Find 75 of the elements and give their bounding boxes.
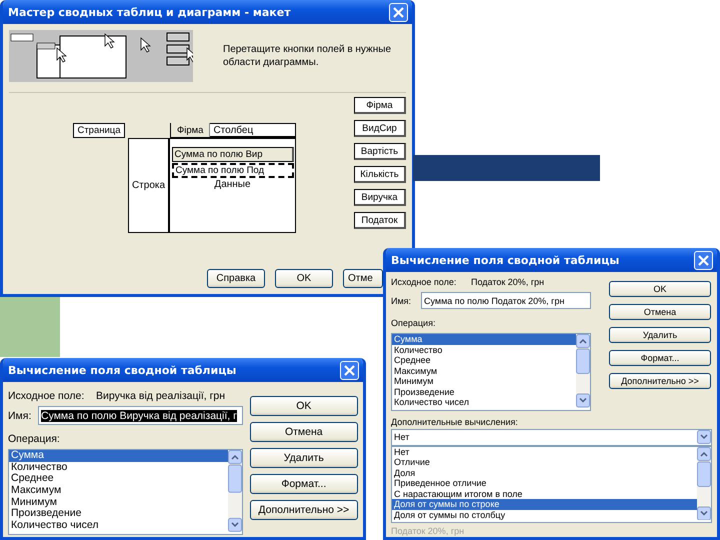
close-icon xyxy=(393,6,404,18)
field-label: Исходное поле: xyxy=(391,277,458,287)
dialog-button[interactable]: Дополнительно >> xyxy=(609,373,711,389)
dropdown-option[interactable]: Доля xyxy=(392,468,697,478)
dropdown-option[interactable]: Нет xyxy=(392,446,697,457)
list-item[interactable]: Количество чисел xyxy=(9,520,228,532)
dialog-button[interactable]: Формат... xyxy=(609,350,711,366)
chevron-down-icon xyxy=(697,430,711,444)
data-drop-label: Данные xyxy=(214,179,251,190)
data-field-button[interactable]: Сумма по полю Под xyxy=(172,163,294,178)
field-label: Имя: xyxy=(8,410,32,422)
row-drop-area[interactable]: Строка xyxy=(128,138,170,233)
list-item[interactable]: Сумма xyxy=(9,450,228,462)
field-button[interactable]: Фірма xyxy=(354,97,406,114)
list-item[interactable]: Количество xyxy=(392,344,576,355)
source-field-value: Податок 20%, грн xyxy=(471,277,544,287)
dropdown-option[interactable]: Отличие xyxy=(392,457,697,468)
list-label: Операция: xyxy=(391,318,436,328)
disabled-field-text: Податок 20%, грн xyxy=(391,526,464,536)
window-title: Вычисление поля сводной таблицы xyxy=(391,254,620,266)
field-label: Исходное поле: xyxy=(8,390,86,402)
field-button[interactable]: Кількість xyxy=(354,166,406,183)
dialog-button[interactable]: OK xyxy=(609,281,711,297)
list-item[interactable]: Среднее xyxy=(392,355,576,366)
instruction-text: Перетащите кнопки полей в нужные области диаграммы. xyxy=(223,43,392,69)
dropdown-option[interactable]: Доля от суммы по строке xyxy=(392,499,697,510)
page-drop-area[interactable]: Страница xyxy=(73,123,125,138)
field-button[interactable]: Виручка xyxy=(354,189,406,206)
list-item[interactable]: Произведение xyxy=(392,386,576,397)
list-item[interactable]: Количество чисел xyxy=(392,397,576,408)
list-item[interactable]: Максимум xyxy=(9,485,228,497)
field-button[interactable]: ВидСир xyxy=(354,120,406,137)
close-button[interactable] xyxy=(694,250,713,270)
close-button[interactable] xyxy=(340,360,359,380)
name-input-field[interactable]: Сумма по полю Виручка від реалізації, г xyxy=(38,406,243,425)
dialog-button[interactable]: OK xyxy=(250,396,358,416)
dialog-button[interactable]: Отмена xyxy=(250,422,358,442)
dropdown-option[interactable]: Приведенное отличие xyxy=(392,478,697,488)
field-button[interactable]: Податок xyxy=(354,212,406,229)
dialog-button[interactable]: Дополнительно >> xyxy=(250,500,358,520)
column-drop-label: Столбец xyxy=(213,124,254,136)
list-item[interactable]: Максимум xyxy=(392,366,576,376)
close-icon xyxy=(344,364,355,376)
dialog-button[interactable]: OK xyxy=(275,269,333,288)
name-input-field[interactable]: Сумма по полю Податок 20%, грн xyxy=(421,292,591,309)
list-item[interactable]: Минимум xyxy=(392,376,576,386)
dialog-button[interactable]: Отмена xyxy=(609,304,711,320)
window-title: Мастер сводных таблиц и диаграмм - макет xyxy=(8,6,291,18)
list-item[interactable]: Произведение xyxy=(9,508,228,520)
close-button[interactable] xyxy=(389,2,408,22)
list-label: Операция: xyxy=(8,433,61,445)
list-label: Дополнительные вычисления: xyxy=(391,416,519,426)
field-label: Имя: xyxy=(391,296,412,306)
data-field-button[interactable]: Сумма по полю Вир xyxy=(172,147,294,162)
dropdown-field[interactable]: Нет xyxy=(391,428,712,446)
dialog-button[interactable]: Формат... xyxy=(250,474,358,494)
accent-square xyxy=(0,297,60,357)
dialog-button[interactable]: Отме xyxy=(343,269,383,288)
list-item[interactable]: Сумма xyxy=(392,334,576,344)
close-icon xyxy=(698,254,709,266)
field-button[interactable]: Вартість xyxy=(354,143,406,160)
source-field-value: Виручка від реалізації, грн xyxy=(96,390,226,402)
window-title: Вычисление поля сводной таблицы xyxy=(8,364,236,376)
dialog-button[interactable]: Справка xyxy=(207,269,265,288)
list-item[interactable]: Среднее xyxy=(9,473,228,486)
dropdown-option[interactable]: С нарастающим итогом в поле xyxy=(392,488,697,499)
scrollbar[interactable] xyxy=(576,334,590,408)
scrollbar[interactable] xyxy=(228,450,242,532)
dialog-button[interactable]: Удалить xyxy=(609,327,711,343)
dropdown-option[interactable]: Доля от суммы по столбцу xyxy=(392,510,697,520)
column-field-button[interactable]: Фірма xyxy=(171,123,210,137)
scrollbar[interactable] xyxy=(697,446,711,520)
list-item[interactable]: Количество xyxy=(9,462,228,474)
list-item[interactable]: Минимум xyxy=(9,496,228,508)
dialog-button[interactable]: Удалить xyxy=(250,448,358,468)
